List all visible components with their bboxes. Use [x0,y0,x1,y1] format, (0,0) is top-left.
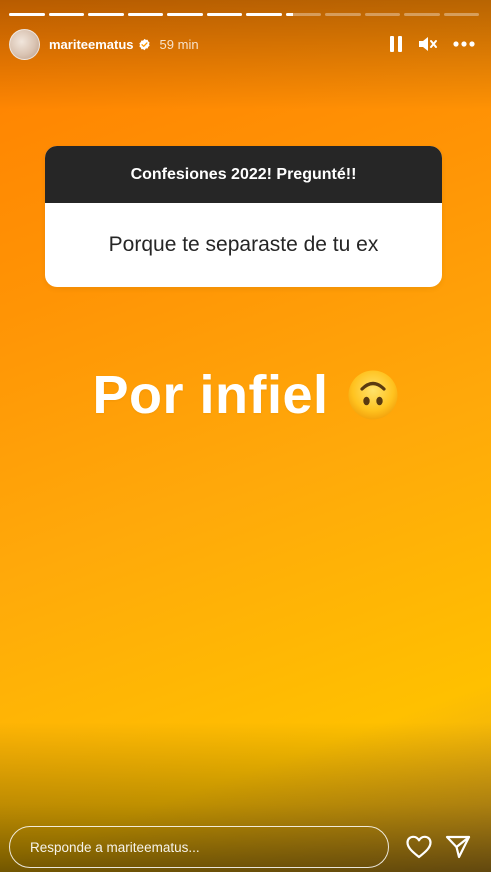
story-progress-segment [48,13,84,16]
story-progress-segment [206,13,242,16]
story-progress-fill [88,13,124,16]
story-progress-bar [9,13,479,16]
question-sticker-title: Confesiones 2022! Pregunté!! [45,146,442,203]
story-progress-fill [127,13,163,16]
story-progress-fill [9,13,45,16]
upside-down-face-emoji [348,370,398,420]
story-progress-segment [285,13,321,16]
heart-icon [406,835,432,859]
reply-placeholder: Responde a mariteematus... [30,839,200,855]
story-progress-segment [404,13,440,16]
story-progress-segment [364,13,400,16]
pause-icon [390,36,402,52]
more-options-button[interactable] [453,41,475,47]
share-button[interactable] [445,834,471,860]
mute-button[interactable] [418,35,438,53]
avatar[interactable] [9,28,40,60]
like-button[interactable] [406,834,432,860]
story-progress-segment [88,13,124,16]
username[interactable]: mariteematus [49,37,134,52]
story-progress-segment [127,13,163,16]
send-icon [445,835,471,859]
story-footer: Responde a mariteematus... [9,825,481,869]
header-controls [389,28,475,60]
question-sticker-question: Porque te separaste de tu ex [108,233,379,256]
story-progress-fill [246,13,282,16]
story-progress-segment [325,13,361,16]
story-progress-segment [9,13,45,16]
pause-button[interactable] [389,35,403,53]
verified-badge-icon [138,38,150,50]
story-progress-segment [443,13,479,16]
answer-caption: Por infiel [0,360,491,430]
answer-text: Por infiel [92,365,329,425]
story-progress-fill [167,13,203,16]
story-progress-fill [206,13,242,16]
reply-input[interactable]: Responde a mariteematus... [9,826,389,868]
story-header: mariteematus 59 min [9,28,483,60]
story-progress-segment [167,13,203,16]
story-progress-segment [246,13,282,16]
question-sticker[interactable]: Confesiones 2022! Pregunté!! Porque te s… [45,146,442,287]
post-time: 59 min [159,36,199,52]
story-progress-fill [48,13,84,16]
story-progress-fill [285,13,293,16]
muted-speaker-icon [419,37,437,51]
more-options-icon [453,41,475,47]
